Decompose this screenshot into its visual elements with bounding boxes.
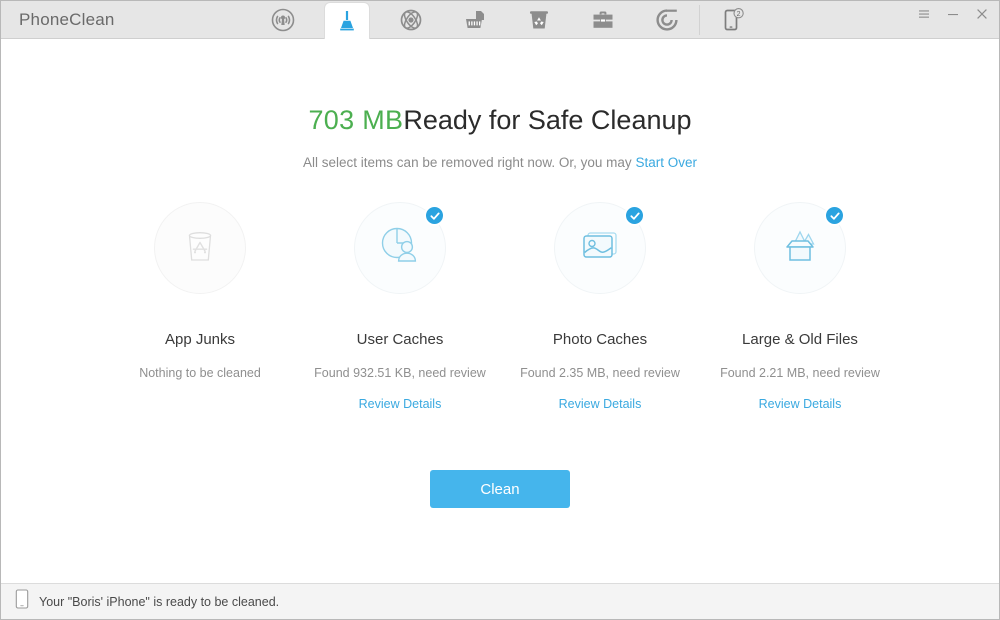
category-list: App Junks Nothing to be cleaned — [50, 202, 950, 412]
category-description: Nothing to be cleaned — [139, 366, 261, 380]
category-title: Photo Caches — [553, 331, 647, 348]
tab-recycle-bin[interactable] — [507, 1, 571, 38]
tab-device[interactable]: 2 — [700, 1, 764, 38]
category-app-junks[interactable]: App Junks Nothing to be cleaned — [100, 202, 300, 412]
category-description: Found 2.21 MB, need review — [720, 366, 880, 380]
main-toolbar: 2 — [251, 1, 907, 38]
category-title: Large & Old Files — [742, 331, 858, 348]
statusbar: Your "Boris' iPhone" is ready to be clea… — [1, 583, 999, 619]
status-message: Your "Boris' iPhone" is ready to be clea… — [39, 595, 279, 609]
close-icon[interactable] — [974, 6, 990, 22]
tab-quick-clean[interactable] — [251, 1, 315, 38]
phone-icon: 2 — [710, 3, 754, 37]
toolbox-icon — [581, 3, 625, 37]
trash-appstore-icon — [176, 222, 224, 275]
category-description: Found 2.35 MB, need review — [520, 366, 680, 380]
tab-rescan[interactable] — [635, 1, 699, 38]
category-title: App Junks — [165, 331, 235, 348]
open-box-files-icon — [774, 220, 826, 277]
cleanup-amount: 703 MB — [308, 105, 403, 135]
review-details-link[interactable]: Review Details — [559, 397, 642, 412]
phone-outline-icon — [15, 589, 29, 614]
hamburger-menu-icon[interactable] — [916, 6, 932, 22]
clean-button[interactable]: Clean — [430, 470, 570, 508]
start-over-link[interactable]: Start Over — [635, 155, 697, 170]
broadcast-icon — [261, 3, 305, 37]
category-title: User Caches — [357, 331, 444, 348]
tab-deep-clean[interactable] — [315, 1, 379, 38]
titlebar: PhoneClean — [1, 1, 999, 39]
category-icon-wrap[interactable] — [154, 202, 246, 294]
tab-toolbox[interactable] — [571, 1, 635, 38]
review-details-link[interactable]: Review Details — [759, 397, 842, 412]
category-user-caches[interactable]: User Caches Found 932.51 KB, need review… — [300, 202, 500, 412]
category-icon-wrap[interactable] — [554, 202, 646, 294]
selected-check-badge[interactable] — [824, 205, 845, 226]
category-large-old-files[interactable]: Large & Old Files Found 2.21 MB, need re… — [700, 202, 900, 412]
cleanup-headline-text: Ready for Safe Cleanup — [403, 105, 691, 135]
selected-check-badge[interactable] — [624, 205, 645, 226]
tab-internet-clean[interactable] — [379, 1, 443, 38]
subtitle-text: All select items can be removed right no… — [303, 155, 635, 170]
recycle-bin-icon — [517, 3, 561, 37]
category-icon-wrap[interactable] — [354, 202, 446, 294]
basket-document-icon — [453, 3, 497, 37]
subtitle: All select items can be removed right no… — [303, 155, 697, 170]
window-controls — [907, 1, 999, 38]
app-title: PhoneClean — [1, 1, 251, 38]
main-content: 703 MBReady for Safe Cleanup All select … — [1, 39, 999, 583]
photo-icon — [575, 221, 625, 276]
selected-check-badge[interactable] — [424, 205, 445, 226]
category-photo-caches[interactable]: Photo Caches Found 2.35 MB, need review … — [500, 202, 700, 412]
broom-icon — [325, 3, 369, 40]
minimize-icon[interactable] — [945, 6, 961, 22]
user-pie-icon — [375, 221, 425, 276]
refresh-target-icon — [645, 3, 689, 37]
globe-icon — [389, 3, 433, 37]
category-description: Found 932.51 KB, need review — [314, 366, 486, 380]
phoneclean-window: PhoneClean — [0, 0, 1000, 620]
device-badge-count: 2 — [737, 11, 741, 18]
page-title: 703 MBReady for Safe Cleanup — [308, 107, 691, 134]
category-icon-wrap[interactable] — [754, 202, 846, 294]
review-details-link[interactable]: Review Details — [359, 397, 442, 412]
tab-app-clean[interactable] — [443, 1, 507, 38]
